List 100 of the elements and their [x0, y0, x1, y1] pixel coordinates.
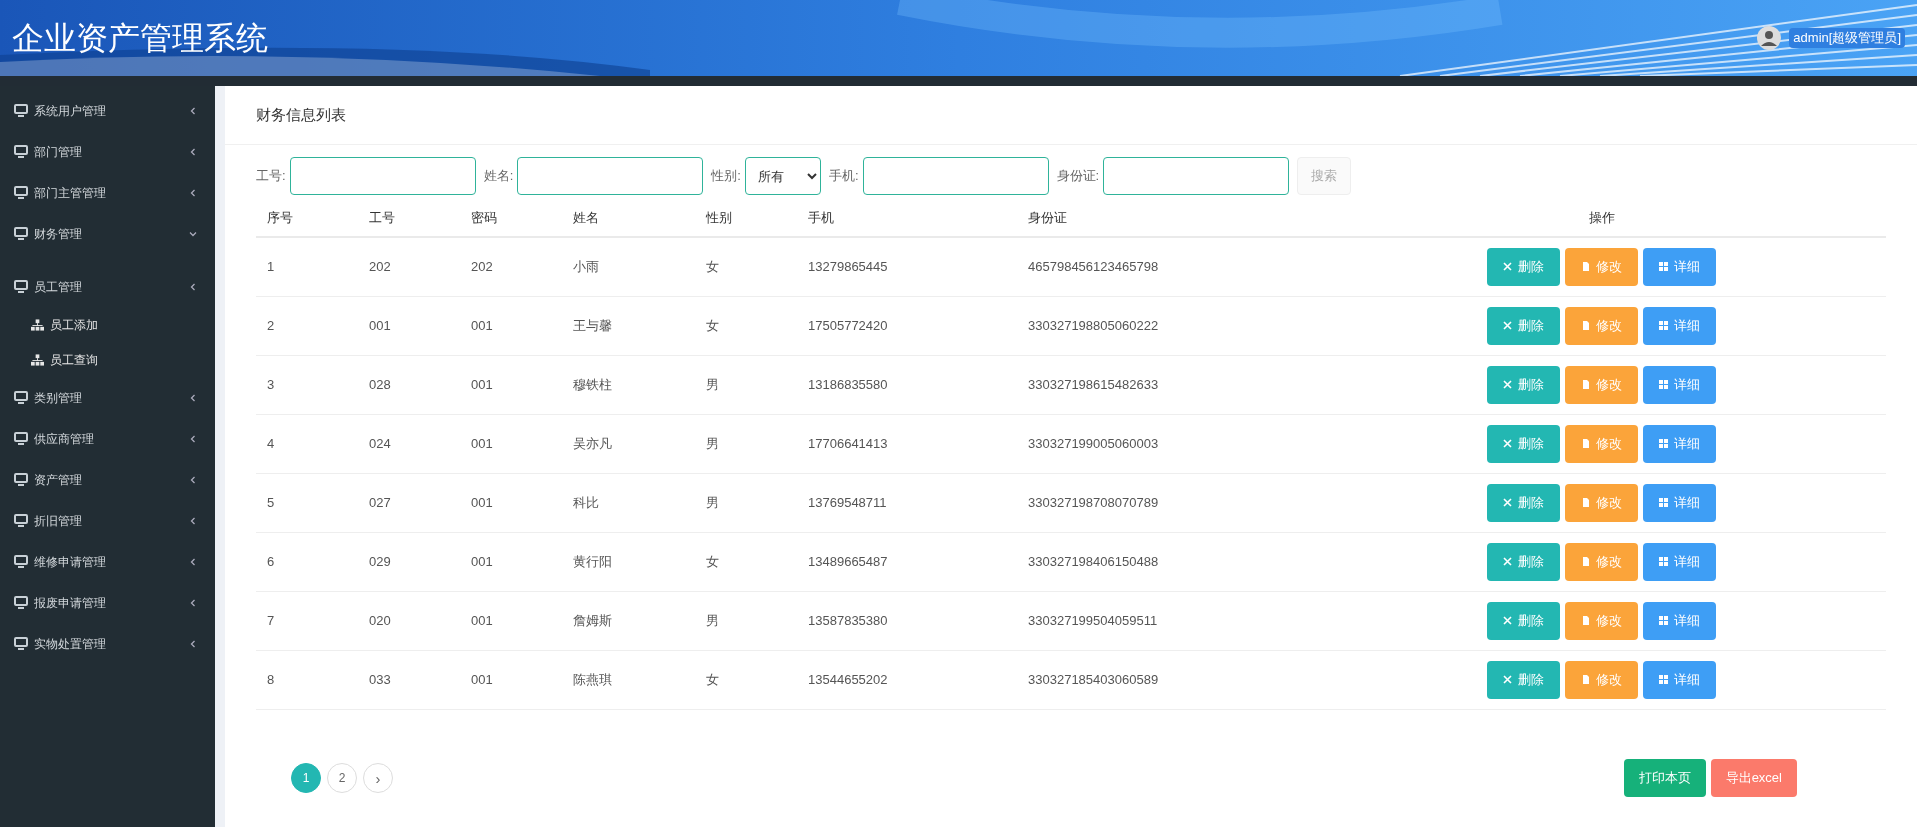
sidebar-item[interactable]: 部门管理	[0, 131, 215, 172]
delete-button[interactable]: 删除	[1487, 542, 1560, 581]
edit-button[interactable]: 修改	[1565, 601, 1638, 640]
page-button[interactable]: 1	[291, 763, 321, 793]
sidebar-item[interactable]: 员工管理	[0, 266, 215, 307]
table-cell: 女	[706, 259, 719, 274]
table-cell: 330327199005060003	[1028, 435, 1159, 451]
edit-button[interactable]: 修改	[1565, 365, 1638, 404]
detail-button[interactable]: 详细	[1643, 365, 1716, 404]
document-icon	[1581, 439, 1590, 448]
table-cell: 8	[267, 671, 275, 687]
sidebar-item[interactable]: 折旧管理	[0, 500, 215, 541]
print-button[interactable]: 打印本页	[1623, 759, 1706, 797]
sitemap-icon	[31, 318, 44, 331]
grid-icon	[1659, 262, 1668, 272]
close-icon	[1503, 675, 1512, 684]
input-field[interactable]	[1103, 157, 1290, 195]
table-cell: 330327198406150488	[1028, 553, 1159, 569]
detail-button[interactable]: 详细	[1643, 306, 1716, 345]
close-icon	[1503, 321, 1512, 330]
detail-button[interactable]: 详细	[1643, 660, 1716, 699]
table-cell: 穆铁柱	[573, 376, 612, 392]
edit-button[interactable]: 修改	[1565, 424, 1638, 463]
export-button[interactable]: 导出excel	[1710, 759, 1797, 797]
table-cell: 001	[369, 317, 391, 333]
delete-button[interactable]: 删除	[1487, 424, 1560, 463]
sidebar-item[interactable]: 系统用户管理	[0, 90, 215, 131]
edit-button[interactable]: 修改	[1565, 483, 1638, 522]
table-cell: 001	[471, 671, 493, 687]
close-icon	[1503, 498, 1512, 507]
close-icon	[1503, 557, 1512, 566]
table-cell: 2	[267, 317, 275, 333]
delete-button[interactable]: 删除	[1487, 483, 1560, 522]
sidebar-item[interactable]: 实物处置管理	[0, 623, 215, 664]
table-cell: 王与馨	[573, 317, 612, 333]
monitor-icon	[14, 390, 28, 405]
sidebar-subitem[interactable]: 员工添加	[0, 307, 215, 342]
table-cell: 詹姆斯	[573, 612, 612, 628]
table-cell: 女	[706, 671, 719, 687]
input-field[interactable]	[862, 157, 1049, 195]
close-icon	[1503, 380, 1512, 389]
next-page-button[interactable]: ›	[363, 763, 393, 793]
table-cell: 男	[706, 376, 719, 392]
close-icon	[1503, 616, 1512, 625]
table-cell: 001	[471, 612, 493, 628]
sidebar-item[interactable]: 财务管理	[0, 213, 215, 254]
table-cell: 13544655202	[808, 671, 888, 687]
table-cell: 17706641413	[808, 435, 888, 451]
monitor-icon	[14, 103, 28, 118]
edit-button[interactable]: 修改	[1565, 247, 1638, 286]
sidebar-subitem[interactable]: 员工查询	[0, 342, 215, 377]
monitor-icon	[14, 636, 28, 651]
delete-button[interactable]: 删除	[1487, 365, 1560, 404]
search-button[interactable]: 搜索	[1297, 157, 1352, 195]
column-header: 身份证	[1028, 209, 1067, 225]
grid-icon	[1659, 439, 1668, 448]
table-cell: 3	[267, 376, 275, 392]
sidebar-item[interactable]: 报废申请管理	[0, 582, 215, 623]
sidebar-item[interactable]: 维修申请管理	[0, 541, 215, 582]
delete-button[interactable]: 删除	[1487, 601, 1560, 640]
field-label: 手机:	[828, 167, 859, 186]
sidebar-item[interactable]: 部门主管管理	[0, 172, 215, 213]
table-cell: 020	[369, 612, 391, 628]
edit-button[interactable]: 修改	[1565, 660, 1638, 699]
table-cell: 202	[471, 259, 493, 274]
table-cell: 7	[267, 612, 275, 628]
detail-button[interactable]: 详细	[1643, 483, 1716, 522]
delete-button[interactable]: 删除	[1487, 306, 1560, 345]
monitor-icon	[14, 226, 28, 241]
delete-button[interactable]: 删除	[1487, 660, 1560, 699]
field-label: 性别:	[711, 167, 741, 186]
document-icon	[1581, 321, 1590, 330]
grid-icon	[1659, 321, 1668, 330]
detail-button[interactable]: 详细	[1643, 601, 1716, 640]
grid-icon	[1659, 498, 1668, 507]
monitor-icon	[14, 431, 28, 446]
table-cell: 女	[706, 317, 719, 333]
input-field[interactable]	[289, 157, 476, 195]
sidebar-item[interactable]: 资产管理	[0, 459, 215, 500]
detail-button[interactable]: 详细	[1643, 247, 1716, 286]
table-cell: 001	[471, 317, 493, 333]
user-name[interactable]: admin[超级管理员]	[1789, 28, 1905, 48]
detail-button[interactable]: 详细	[1643, 542, 1716, 581]
delete-button[interactable]: 删除	[1487, 247, 1560, 286]
edit-button[interactable]: 修改	[1565, 306, 1638, 345]
page-button[interactable]: 2	[327, 763, 357, 793]
panel-title: 财务信息列表	[256, 106, 346, 123]
gender-select[interactable]: 所有	[744, 157, 821, 195]
detail-button[interactable]: 详细	[1643, 424, 1716, 463]
document-icon	[1581, 675, 1590, 684]
table-cell: 001	[471, 553, 493, 569]
field-label: 姓名:	[483, 167, 514, 186]
grid-icon	[1659, 380, 1668, 389]
input-field[interactable]	[517, 157, 704, 195]
grid-icon	[1659, 616, 1668, 625]
sidebar-item[interactable]: 类别管理	[0, 377, 215, 418]
table-cell: 吴亦凡	[573, 435, 612, 451]
sidebar-item[interactable]: 供应商管理	[0, 418, 215, 459]
table-cell: 男	[706, 435, 719, 451]
edit-button[interactable]: 修改	[1565, 542, 1638, 581]
